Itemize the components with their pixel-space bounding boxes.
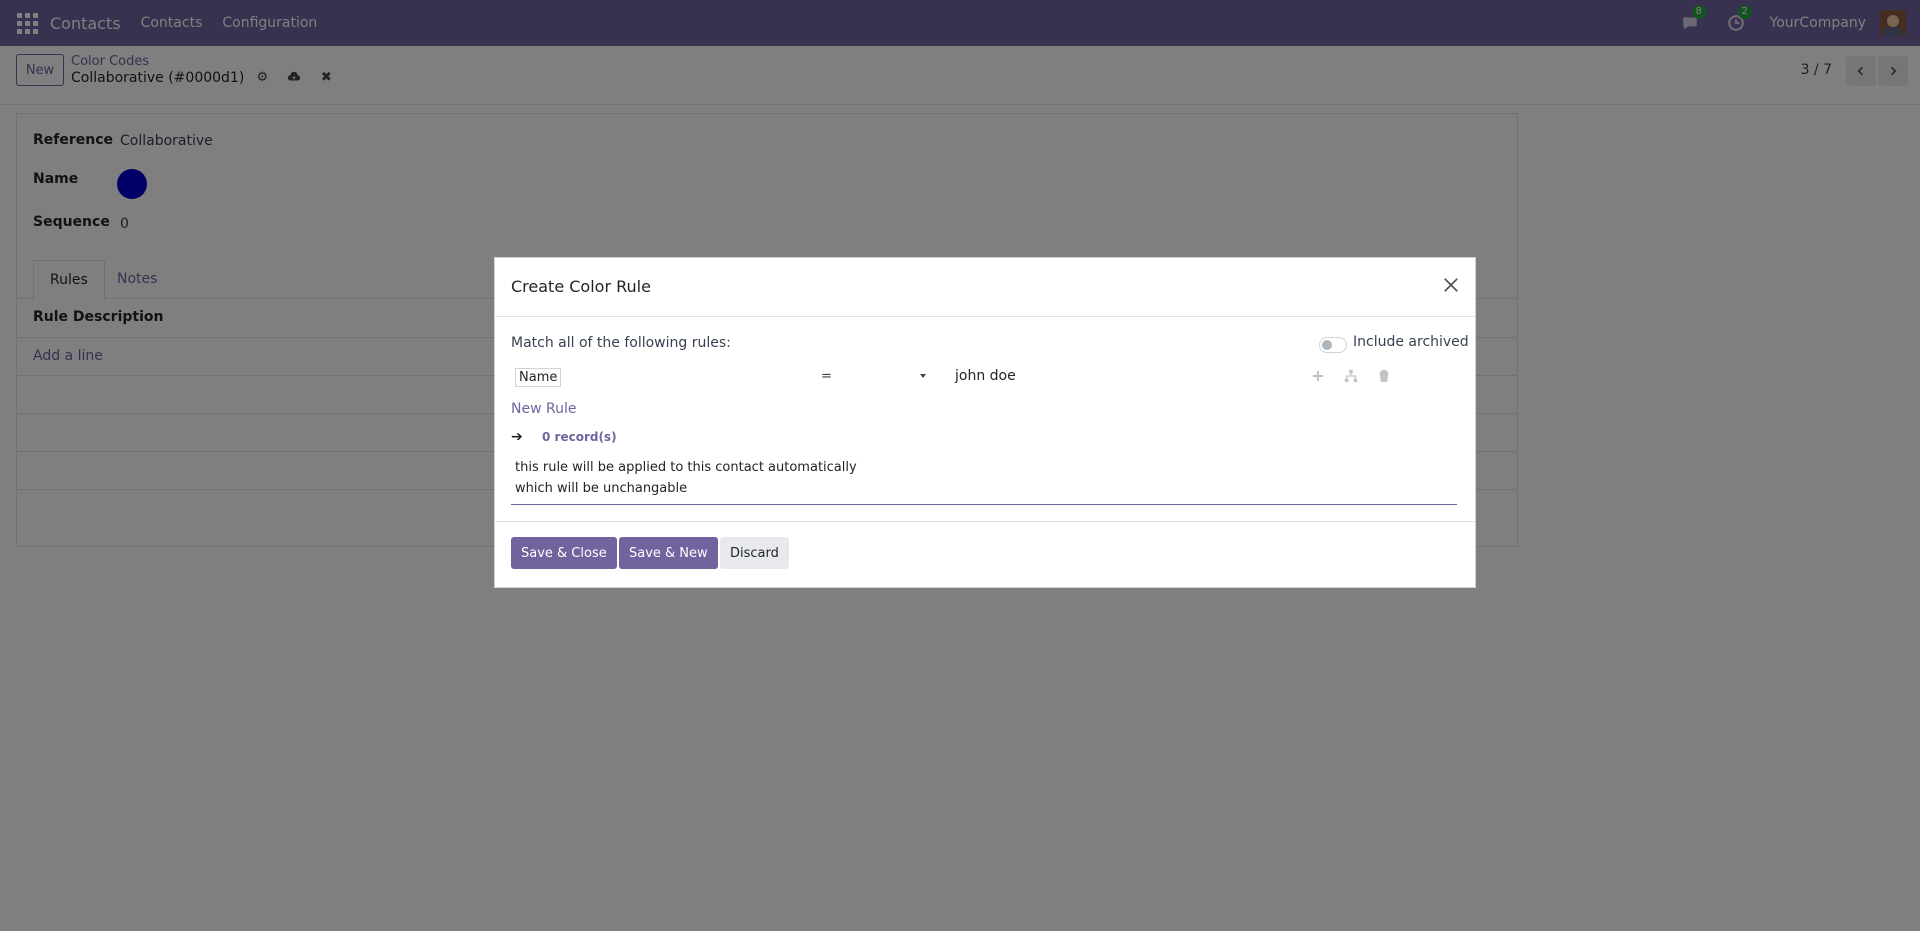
close-icon[interactable] [1441, 275, 1463, 297]
save-new-button[interactable]: Save & New [619, 537, 718, 569]
match-rules-text: Match all of the following rules: [511, 335, 731, 351]
rule-field-selector[interactable]: Name [515, 368, 562, 387]
modal-title: Create Color Rule [511, 277, 651, 296]
rule-description-textarea[interactable]: this rule will be applied to this contac… [511, 456, 1457, 505]
caret-down-icon[interactable] [920, 374, 926, 378]
include-archived-label[interactable]: Include archived [1353, 334, 1469, 350]
new-rule-link[interactable]: New Rule [511, 401, 576, 417]
add-branch-icon[interactable] [1344, 369, 1360, 385]
record-count-link[interactable]: 0 record(s) [542, 430, 617, 444]
description-line: this rule will be applied to this contac… [515, 460, 857, 475]
modal-header: Create Color Rule [495, 258, 1475, 317]
discard-button[interactable]: Discard [720, 537, 789, 569]
trash-icon[interactable] [1377, 369, 1393, 385]
create-color-rule-dialog: Create Color Rule Match all of the follo… [494, 257, 1476, 588]
rule-value-input[interactable]: john doe [955, 368, 1016, 384]
modal-footer: Save & Close Save & New Discard [495, 521, 1475, 588]
add-rule-icon[interactable] [1311, 369, 1327, 385]
save-close-button[interactable]: Save & Close [511, 537, 617, 569]
rule-operator-select[interactable]: = [821, 369, 832, 384]
include-archived-toggle[interactable] [1319, 337, 1347, 353]
description-line: which will be unchangable [515, 481, 688, 496]
arrow-right-icon: ➔ [511, 429, 523, 445]
